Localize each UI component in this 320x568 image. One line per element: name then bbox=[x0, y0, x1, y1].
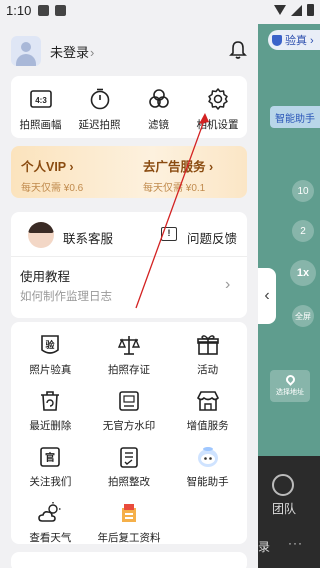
notification-icons bbox=[38, 5, 66, 16]
timer-10-button[interactable]: 10 bbox=[292, 180, 314, 202]
customer-service-avatar-icon[interactable] bbox=[28, 222, 54, 248]
verify-button[interactable]: 验真 › bbox=[268, 30, 320, 50]
store-icon bbox=[195, 388, 221, 414]
vip-card: 个人VIP › 每天仅需 ¥0.6 去广告服务 › 每天仅需 ¥0.1 bbox=[11, 146, 247, 198]
status-bar: 1:10 bbox=[0, 0, 320, 24]
shield-icon bbox=[272, 34, 282, 46]
login-status[interactable]: 未登录› bbox=[50, 42, 94, 61]
personal-vip-button[interactable]: 个人VIP › 每天仅需 ¥0.6 bbox=[21, 156, 83, 194]
divider bbox=[11, 256, 247, 257]
grid-item-photo-rectify[interactable]: 拍照整改 bbox=[90, 444, 169, 489]
feedback-button[interactable]: 问题反馈 bbox=[187, 228, 237, 247]
next-card-peek bbox=[11, 552, 247, 568]
document-bundle-icon bbox=[116, 500, 142, 526]
tutorial-subtitle[interactable]: 如何制作监理日志 bbox=[20, 288, 112, 304]
trash-icon bbox=[37, 388, 63, 414]
svg-text:验: 验 bbox=[46, 339, 56, 351]
team-icon[interactable] bbox=[272, 474, 294, 496]
ad-free-button[interactable]: 去广告服务 › 每天仅需 ¥0.1 bbox=[143, 156, 213, 194]
grid-item-value-added[interactable]: 增值服务 bbox=[168, 388, 247, 433]
team-label[interactable]: 团队 bbox=[272, 500, 296, 517]
grid-item-activity[interactable]: 活动 bbox=[168, 332, 247, 377]
filter-icon bbox=[148, 89, 169, 108]
location-pin-icon bbox=[283, 373, 297, 386]
grid-item-return-to-work[interactable]: 年后复工资料 bbox=[90, 500, 169, 545]
timer-2-button[interactable]: 2 bbox=[292, 220, 314, 242]
drawer-handle[interactable]: ‹ bbox=[258, 268, 276, 324]
camera-tools-card: 4:3 拍照画幅 延迟拍照 滤镜 相机设置 bbox=[11, 76, 247, 138]
grid-item-weather[interactable]: 查看天气 bbox=[11, 500, 90, 545]
rectify-icon bbox=[116, 444, 142, 470]
tool-filter[interactable]: 滤镜 bbox=[131, 87, 187, 132]
bell-icon[interactable] bbox=[229, 40, 247, 60]
feature-grid: 验 照片验真 拍照存证 活动 最近删除 无官方水印 增值服务 官 关注我们 拍照… bbox=[11, 332, 247, 545]
chevron-right-icon: › bbox=[90, 45, 95, 60]
assistant-robot-icon bbox=[195, 444, 221, 470]
timer-icon bbox=[90, 88, 109, 110]
select-address-button[interactable]: 选择地址 bbox=[270, 370, 310, 402]
svg-text:官: 官 bbox=[45, 451, 55, 464]
grid-item-smart-assistant[interactable]: 智能助手 bbox=[168, 444, 247, 489]
tool-aspect-ratio[interactable]: 4:3 拍照画幅 bbox=[13, 87, 69, 132]
grid-item-recently-deleted[interactable]: 最近删除 bbox=[11, 388, 90, 433]
scale-icon bbox=[116, 332, 142, 358]
support-card: 联系客服 ! 问题反馈 使用教程 如何制作监理日志 › bbox=[11, 212, 247, 318]
gift-icon bbox=[195, 332, 221, 358]
contact-service-button[interactable]: 联系客服 bbox=[63, 228, 113, 247]
fullscreen-button[interactable]: 全屏 bbox=[292, 305, 314, 327]
user-row[interactable]: 未登录› bbox=[11, 36, 247, 66]
no-watermark-icon bbox=[116, 388, 142, 414]
wifi-icon bbox=[274, 5, 286, 15]
feedback-icon[interactable]: ! bbox=[161, 227, 177, 241]
grid-item-photo-verify[interactable]: 验 照片验真 bbox=[11, 332, 90, 377]
tutorial-title[interactable]: 使用教程 bbox=[20, 266, 70, 285]
svg-text:4:3: 4:3 bbox=[35, 96, 47, 105]
grid-item-photo-evidence[interactable]: 拍照存证 bbox=[90, 332, 169, 377]
chevron-right-icon[interactable]: › bbox=[225, 276, 230, 294]
assistant-button[interactable]: 智能助手 bbox=[270, 106, 320, 128]
grid-item-no-watermark[interactable]: 无官方水印 bbox=[90, 388, 169, 433]
verify-icon: 验 bbox=[37, 332, 63, 358]
tool-camera-settings[interactable]: 相机设置 bbox=[190, 87, 246, 132]
more-icon[interactable]: ··· bbox=[288, 536, 303, 550]
follow-icon: 官 bbox=[37, 444, 63, 470]
notification-icon bbox=[38, 5, 49, 16]
weather-icon bbox=[37, 500, 63, 526]
features-card: 验 照片验真 拍照存证 活动 最近删除 无官方水印 增值服务 官 关注我们 拍照… bbox=[11, 322, 247, 544]
status-time: 1:10 bbox=[6, 3, 32, 18]
gear-icon bbox=[207, 88, 228, 110]
chevron-left-icon: ‹ bbox=[264, 287, 270, 304]
zoom-button[interactable]: 1x bbox=[290, 260, 316, 286]
aspect-ratio-icon: 4:3 bbox=[29, 90, 52, 108]
grid-item-follow-us[interactable]: 官 关注我们 bbox=[11, 444, 90, 489]
avatar[interactable] bbox=[11, 36, 41, 66]
battery-icon bbox=[307, 4, 314, 16]
system-icons bbox=[274, 4, 314, 16]
signal-icon bbox=[291, 4, 302, 16]
notification-icon bbox=[55, 5, 66, 16]
tool-delay-shot[interactable]: 延迟拍照 bbox=[72, 87, 128, 132]
record-label: 录 bbox=[258, 540, 271, 554]
side-drawer: 未登录› 4:3 拍照画幅 延迟拍照 滤镜 相机设置 个人VIP › 每天仅需 … bbox=[0, 24, 258, 568]
